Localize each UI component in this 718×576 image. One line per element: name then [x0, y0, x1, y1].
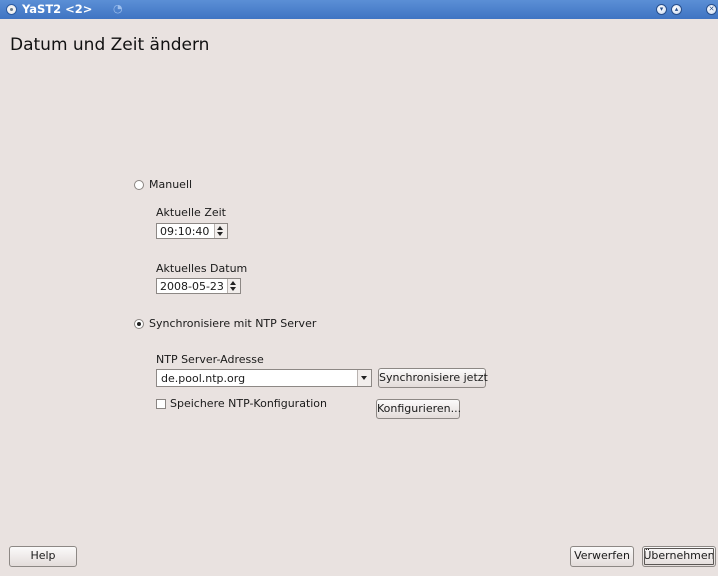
stepper-up-icon[interactable]: [217, 226, 223, 230]
apply-button[interactable]: Übernehmen: [642, 546, 716, 567]
chevron-down-icon[interactable]: [361, 376, 367, 380]
current-date-spinbox[interactable]: 2008-05-23: [156, 278, 241, 294]
save-ntp-checkbox[interactable]: [156, 399, 166, 409]
stepper-down-icon[interactable]: [230, 287, 236, 291]
sticky-icon[interactable]: ◔: [113, 2, 125, 16]
dropdown-button[interactable]: [357, 370, 371, 386]
sync-now-button[interactable]: Synchronisiere jetzt: [378, 368, 488, 388]
stepper-down-icon[interactable]: [217, 232, 223, 236]
maximize-icon[interactable]: ▴: [671, 4, 682, 15]
ntp-radio-label[interactable]: Synchronisiere mit NTP Server: [149, 317, 316, 330]
time-stepper[interactable]: [214, 224, 227, 238]
close-icon[interactable]: ✕: [706, 4, 717, 15]
minimize-icon[interactable]: ▾: [656, 4, 667, 15]
configure-button[interactable]: Konfigurieren...: [376, 399, 461, 419]
window-titlebar[interactable]: YaST2 <2> ◔ ▾ ▴ ✕: [0, 0, 718, 19]
ntp-radio[interactable]: [134, 319, 144, 329]
ntp-server-combobox[interactable]: de.pool.ntp.org: [156, 369, 372, 387]
help-button[interactable]: Help: [9, 546, 77, 567]
manual-radio-label[interactable]: Manuell: [149, 178, 192, 191]
page-title: Datum und Zeit ändern: [10, 35, 210, 55]
current-time-value[interactable]: 09:10:40: [160, 225, 209, 238]
manual-radio[interactable]: [134, 180, 144, 190]
current-time-spinbox[interactable]: 09:10:40: [156, 223, 228, 239]
ntp-server-label: NTP Server-Adresse: [156, 353, 264, 366]
window-title: YaST2 <2>: [22, 2, 93, 16]
app-icon[interactable]: [6, 4, 17, 15]
date-stepper[interactable]: [227, 279, 240, 293]
save-ntp-checkbox-label[interactable]: Speichere NTP-Konfiguration: [170, 397, 327, 410]
current-date-value[interactable]: 2008-05-23: [160, 280, 224, 293]
current-date-label: Aktuelles Datum: [156, 262, 248, 275]
current-time-label: Aktuelle Zeit: [156, 206, 226, 219]
stepper-up-icon[interactable]: [230, 281, 236, 285]
ntp-server-value[interactable]: de.pool.ntp.org: [161, 372, 245, 385]
discard-button[interactable]: Verwerfen: [570, 546, 634, 567]
